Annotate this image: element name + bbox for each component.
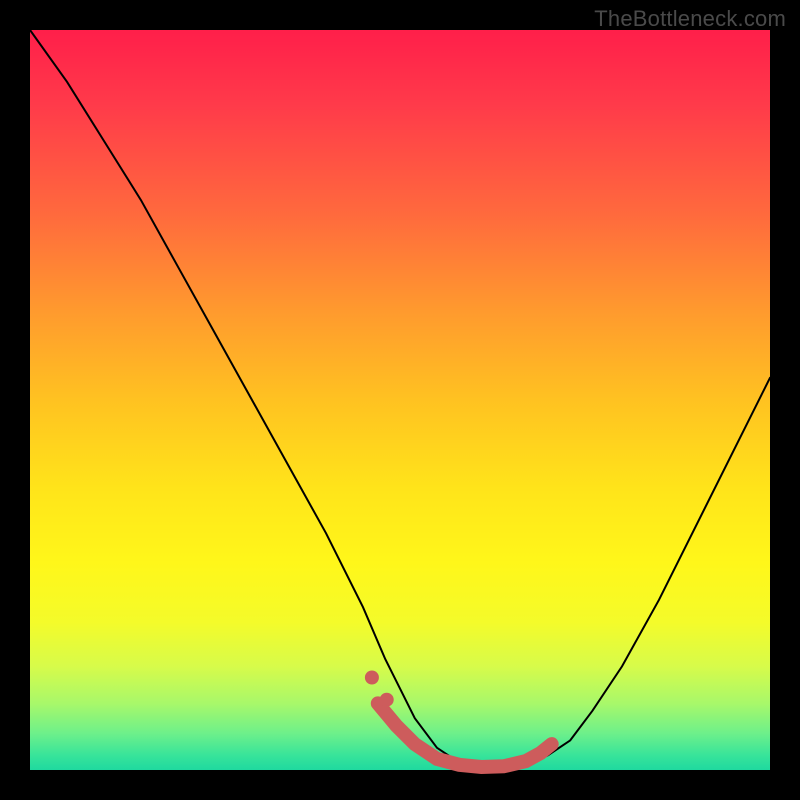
- bottleneck-curve: [30, 30, 770, 770]
- optimal-highlight-stroke: [378, 703, 552, 767]
- watermark-text: TheBottleneck.com: [594, 6, 786, 32]
- optimal-highlight: [365, 671, 552, 768]
- chart-overlay: [30, 30, 770, 770]
- plot-area: [30, 30, 770, 770]
- optimal-highlight-dot-0: [365, 671, 379, 685]
- optimal-highlight-dot-1: [380, 693, 394, 707]
- chart-frame: TheBottleneck.com: [0, 0, 800, 800]
